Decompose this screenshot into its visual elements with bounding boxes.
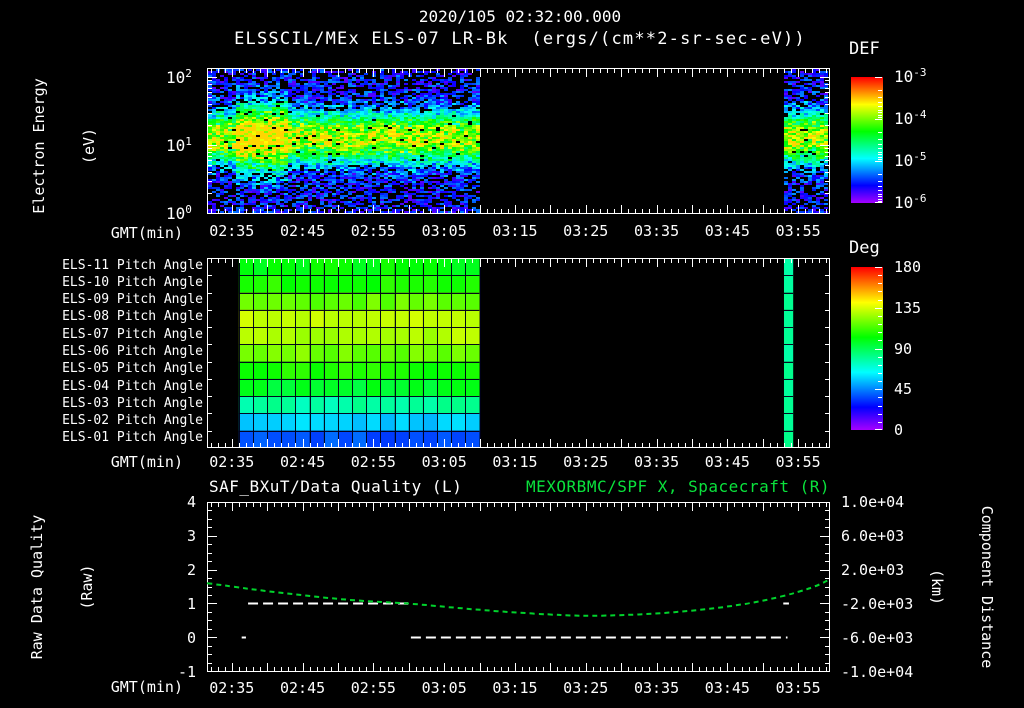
quality-ytick-label: 2 — [186, 561, 196, 579]
quality-ytick-label: 1 — [186, 595, 196, 613]
energy-ytick-label-base: 10 — [166, 68, 186, 87]
def-colorbar-tick-label-exp: -6 — [913, 192, 927, 205]
x-tick-label-p1: 03:55 — [775, 222, 821, 240]
quality-ytick-label: 4 — [186, 493, 196, 511]
x-tick-label-p1: 03:15 — [492, 222, 538, 240]
deg-colorbar-tick-label: 90 — [894, 339, 913, 358]
pitch-row-label: ELS-02 Pitch Angle — [62, 413, 203, 429]
x-tick-label-p1: 03:25 — [563, 222, 609, 240]
pitch-row-label: ELS-07 Pitch Angle — [62, 326, 203, 342]
x-tick-label-p2: 03:45 — [704, 453, 750, 471]
spacecraft-series-title: MEXORBMC/SPF X, Spacecraft (R) — [526, 477, 830, 496]
def-colorbar-tick-label-base: 10 — [894, 193, 914, 212]
def-colorbar-canvas — [851, 77, 883, 203]
def-colorbar-tick-label-base: 10 — [894, 67, 914, 86]
deg-colorbar-tick-label: 0 — [894, 421, 904, 439]
distance-axis-label-line2: (km) — [928, 568, 947, 606]
def-colorbar-tick-label: 10-3 — [894, 66, 927, 86]
x-tick-label-p2: 03:05 — [421, 453, 467, 471]
distance-axis-label-line1: Component Distance — [978, 505, 996, 669]
def-colorbar-tick-label: 10-6 — [894, 192, 927, 212]
def-colorbar-tick-label-exp: -5 — [913, 150, 927, 163]
x-tick-label-p3: 03:35 — [633, 679, 680, 697]
pitch-row-label: ELS-06 Pitch Angle — [62, 344, 203, 359]
quality-series-title: SAF_BXuT/Data Quality (L) — [209, 477, 463, 496]
def-colorbar-tick-label: 10-5 — [894, 150, 927, 170]
x-tick-label-p3: 02:35 — [209, 679, 255, 697]
def-colorbar-tick-label: 10-4 — [894, 108, 927, 128]
deg-colorbar-tick-label: 45 — [894, 380, 913, 399]
gmt-label-panel2: GMT(min) — [110, 453, 183, 471]
pitch-row-label: ELS-05 Pitch Angle — [62, 361, 203, 377]
energy-ytick-label-base: 10 — [166, 204, 186, 223]
gmt-label-panel1: GMT(min) — [110, 224, 183, 242]
distance-ytick-label: -6.0e+03 — [841, 629, 914, 647]
x-tick-label-p1: 02:45 — [279, 222, 326, 240]
def-colorbar-title: DEF — [849, 39, 880, 59]
distance-ytick-label: 2.0e+03 — [841, 561, 905, 579]
quality-ytick-label: -1 — [177, 663, 196, 681]
x-tick-label-p1: 03:35 — [633, 222, 680, 240]
x-tick-label-p2: 02:55 — [350, 453, 396, 471]
pitch-row-label: ELS-09 Pitch Angle — [62, 292, 203, 308]
x-tick-label-p1: 03:05 — [421, 222, 467, 240]
def-colorbar-tick-label-base: 10 — [894, 151, 914, 170]
pitch-angle-canvas — [207, 258, 830, 448]
x-tick-label-p2: 03:25 — [563, 453, 609, 471]
x-tick-label-p2: 03:35 — [633, 453, 680, 471]
pitch-row-label: ELS-08 Pitch Angle — [62, 309, 203, 325]
x-tick-label-p3: 03:45 — [704, 679, 750, 697]
def-colorbar-tick-label-exp: -4 — [913, 108, 927, 121]
gmt-label-panel3: GMT(min) — [110, 678, 183, 696]
x-tick-label-p1: 02:35 — [209, 222, 255, 240]
energy-axis-label: Electron Energy (eV) — [0, 78, 130, 213]
deg-colorbar-title: Deg — [849, 238, 880, 258]
quality-distance-canvas — [207, 502, 830, 672]
pitch-row-label: ELS-10 Pitch Angle — [62, 274, 203, 290]
distance-ytick-label: -2.0e+03 — [841, 595, 914, 613]
energy-ytick-label: 102 — [166, 67, 192, 87]
deg-colorbar-tick-label: 135 — [894, 298, 922, 317]
x-tick-label-p3: 02:55 — [350, 679, 396, 697]
energy-ytick-label-exp: 0 — [185, 203, 192, 216]
quality-ytick-label: 0 — [186, 629, 196, 647]
x-tick-label-p3: 03:15 — [492, 679, 538, 697]
x-tick-label-p2: 03:55 — [775, 453, 821, 471]
x-tick-label-p1: 03:45 — [704, 222, 750, 240]
quality-axis-label: Raw Data Quality (Raw) — [0, 515, 128, 660]
energy-axis-label-line2: (eV) — [79, 127, 98, 165]
x-tick-label-p3: 02:45 — [279, 679, 326, 697]
quality-ytick-label: 3 — [186, 527, 196, 545]
deg-colorbar-tick-label: 180 — [894, 258, 922, 276]
energy-ytick-label: 101 — [166, 135, 192, 155]
energy-ytick-label-exp: 2 — [185, 67, 192, 80]
def-colorbar-tick-label-base: 10 — [894, 109, 914, 128]
x-tick-label-p2: 02:35 — [209, 453, 255, 471]
x-tick-label-p1: 02:55 — [350, 222, 396, 240]
energy-ytick-label-base: 10 — [166, 136, 186, 155]
def-colorbar-tick-label-exp: -3 — [913, 66, 927, 79]
distance-ytick-label: -1.0e+04 — [841, 663, 914, 681]
pitch-row-label: ELS-11 Pitch Angle — [62, 257, 203, 273]
x-tick-label-p3: 03:25 — [563, 679, 609, 697]
pitch-row-label: ELS-01 Pitch Angle — [62, 430, 203, 446]
main-title: ELSSCIL/MEx ELS-07 LR-Bk (ergs/(cm**2-sr… — [234, 29, 806, 49]
x-tick-label-p2: 02:45 — [279, 453, 326, 471]
plot-figure: 2020/105 02:32:00.000 ELSSCIL/MEx ELS-07… — [0, 0, 1024, 708]
pitch-row-label: ELS-04 Pitch Angle — [62, 378, 203, 394]
x-tick-label-p3: 03:05 — [421, 679, 467, 697]
x-tick-label-p2: 03:15 — [492, 453, 538, 471]
distance-ytick-label: 1.0e+04 — [841, 493, 905, 511]
quality-axis-label-line1: Raw Data Quality — [28, 514, 46, 660]
distance-ytick-label: 6.0e+03 — [841, 527, 905, 545]
energy-spectrogram-canvas — [207, 68, 830, 214]
quality-axis-label-line2: (Raw) — [77, 564, 96, 610]
deg-colorbar-canvas — [851, 267, 883, 430]
energy-ytick-label: 100 — [166, 203, 192, 223]
energy-axis-label-line1: Electron Energy — [30, 78, 48, 214]
timestamp-title: 2020/105 02:32:00.000 — [418, 7, 622, 26]
x-tick-label-p3: 03:55 — [775, 679, 821, 697]
energy-ytick-label-exp: 1 — [185, 135, 192, 148]
pitch-row-label: ELS-03 Pitch Angle — [62, 395, 203, 411]
